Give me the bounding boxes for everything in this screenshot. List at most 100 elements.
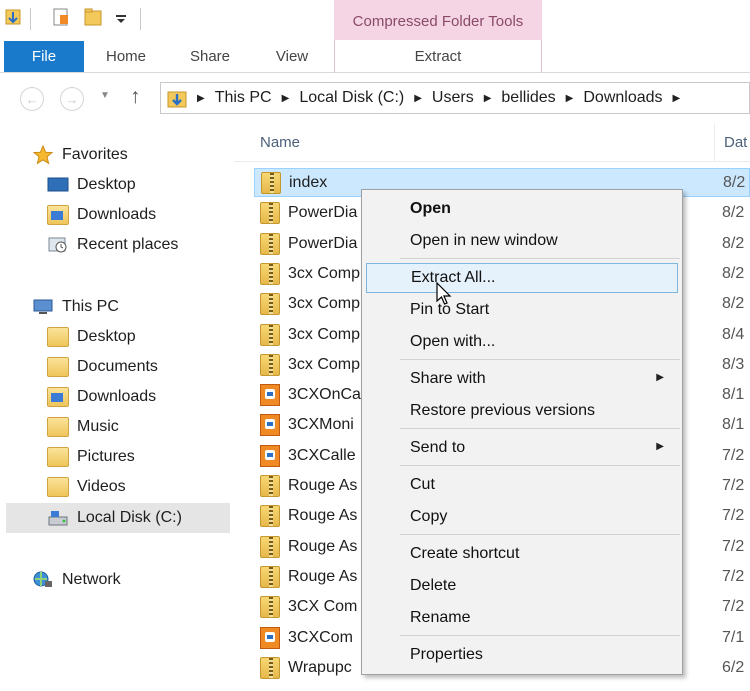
- sidebar-item-label: Recent places: [77, 236, 179, 253]
- menu-separator: [400, 428, 680, 429]
- back-button[interactable]: ←: [20, 87, 44, 111]
- breadcrumb-arrow-icon[interactable]: ▶: [673, 93, 681, 104]
- zip-folder-icon: [260, 201, 280, 224]
- sidebar-item-label: Documents: [77, 358, 158, 375]
- zip-folder-icon: [260, 262, 280, 285]
- breadcrumb-arrow-icon[interactable]: ▶: [484, 93, 492, 104]
- breadcrumb-this-pc[interactable]: This PC: [215, 89, 272, 107]
- zip-folder-icon: [261, 171, 281, 194]
- breadcrumb-bellides[interactable]: bellides: [501, 89, 555, 107]
- sidebar-item-label: Downloads: [77, 206, 157, 223]
- menu-item-delete[interactable]: Delete: [362, 571, 682, 601]
- breadcrumb-local-disk[interactable]: Local Disk (C:): [299, 89, 404, 107]
- menu-item-open[interactable]: Open: [362, 194, 682, 224]
- sidebar-item-documents[interactable]: Documents: [47, 352, 158, 382]
- zip-folder-icon: [260, 504, 280, 527]
- sidebar-item-desktop[interactable]: Desktop: [47, 170, 136, 200]
- file-date: 6/2: [722, 658, 745, 676]
- sidebar-item-this-pc[interactable]: This PC: [32, 292, 119, 322]
- tab-extract[interactable]: Extract: [335, 41, 541, 72]
- sidebar-item-pictures[interactable]: Pictures: [47, 442, 135, 472]
- file-date: 7/2: [722, 476, 745, 494]
- file-date: 8/2: [722, 294, 745, 312]
- zip-folder-icon: [260, 565, 280, 588]
- menu-item-properties[interactable]: Properties: [362, 640, 682, 670]
- sidebar-item-label: Desktop: [77, 176, 136, 193]
- sidebar-item-label: Local Disk (C:): [77, 509, 182, 526]
- file-date: 8/2: [723, 173, 746, 191]
- file-date: 7/2: [722, 506, 745, 524]
- up-arrow-icon: ↑: [130, 85, 141, 108]
- breadcrumb-arrow-icon[interactable]: ▶: [566, 93, 574, 104]
- breadcrumb-arrow-icon[interactable]: ▶: [282, 93, 290, 104]
- sidebar-item-downloads[interactable]: Downloads: [47, 200, 156, 230]
- menu-item-label: Open with...: [410, 333, 496, 350]
- sidebar-item-label: Favorites: [62, 146, 128, 163]
- menu-item-open-with[interactable]: Open with...: [362, 327, 682, 357]
- sidebar-item-local-disk[interactable]: Local Disk (C:): [6, 503, 230, 533]
- menu-item-share-with[interactable]: Share with ▶: [362, 364, 682, 394]
- file-date: 8/2: [722, 264, 745, 282]
- column-header-row: Name Dat: [234, 124, 750, 162]
- sidebar-item-music[interactable]: Music: [47, 412, 119, 442]
- back-arrow-icon: ←: [25, 91, 39, 107]
- column-header-date[interactable]: Dat: [724, 134, 747, 151]
- column-divider[interactable]: [714, 124, 715, 162]
- menu-item-send-to[interactable]: Send to ▶: [362, 433, 682, 463]
- sidebar-item-pc-desktop[interactable]: Desktop: [47, 322, 136, 352]
- menu-item-label: Delete: [410, 577, 457, 594]
- breadcrumb-arrow-icon[interactable]: ▶: [414, 93, 422, 104]
- tab-share[interactable]: Share: [176, 41, 244, 72]
- menu-separator: [400, 465, 680, 466]
- up-button[interactable]: ↑: [130, 85, 141, 109]
- tab-file[interactable]: File: [4, 41, 84, 72]
- computer-icon: [32, 297, 54, 317]
- file-date: 8/1: [722, 415, 745, 433]
- breadcrumb-arrow-icon[interactable]: ▶: [197, 93, 205, 104]
- installer-icon: [260, 626, 280, 649]
- documents-folder-icon: [47, 357, 69, 377]
- address-bar[interactable]: ▶ This PC ▶ Local Disk (C:) ▶ Users ▶ be…: [160, 82, 750, 114]
- tab-view[interactable]: View: [258, 41, 326, 72]
- sidebar-item-pc-downloads[interactable]: Downloads: [47, 382, 156, 412]
- menu-item-pin-to-start[interactable]: Pin to Start: [362, 295, 682, 325]
- file-date: 7/1: [722, 628, 745, 646]
- recent-places-icon: [47, 235, 69, 255]
- menu-item-create-shortcut[interactable]: Create shortcut: [362, 539, 682, 569]
- sidebar-item-label: Videos: [77, 478, 126, 495]
- breadcrumb-users[interactable]: Users: [432, 89, 474, 107]
- desktop-icon: [47, 175, 69, 195]
- file-date: 7/2: [722, 597, 745, 615]
- menu-item-rename[interactable]: Rename: [362, 603, 682, 633]
- menu-item-copy[interactable]: Copy: [362, 502, 682, 532]
- menu-item-restore-previous-versions[interactable]: Restore previous versions: [362, 396, 682, 426]
- sidebar-item-videos[interactable]: Videos: [47, 472, 126, 502]
- ribbon-tabs: File Home Share View Extract: [0, 40, 750, 73]
- submenu-arrow-icon: ▶: [656, 441, 664, 452]
- star-icon: [32, 144, 54, 165]
- properties-icon[interactable]: [4, 6, 22, 28]
- tab-home[interactable]: Home: [92, 41, 160, 72]
- sidebar-item-favorites[interactable]: Favorites: [32, 140, 128, 170]
- sidebar-item-label: Pictures: [77, 448, 135, 465]
- new-folder-icon[interactable]: [84, 6, 102, 28]
- column-header-name[interactable]: Name: [260, 134, 300, 151]
- breadcrumb-downloads[interactable]: Downloads: [583, 89, 662, 107]
- sidebar-item-network[interactable]: Network: [32, 565, 121, 595]
- menu-item-cut[interactable]: Cut: [362, 470, 682, 500]
- new-item-icon[interactable]: [52, 6, 70, 28]
- customize-toolbar-icon[interactable]: [114, 6, 132, 28]
- menu-item-label: Open in new window: [410, 232, 558, 249]
- recent-locations-chevron-icon[interactable]: ▼: [100, 90, 110, 101]
- installer-icon: [260, 383, 280, 406]
- desktop-folder-icon: [47, 327, 69, 347]
- sidebar-item-label: Downloads: [77, 388, 157, 405]
- sidebar-item-recent-places[interactable]: Recent places: [47, 230, 178, 260]
- menu-item-label: Open: [410, 200, 451, 217]
- file-date: 7/2: [722, 567, 745, 585]
- sidebar-item-label: Music: [77, 418, 119, 435]
- menu-separator: [400, 258, 680, 259]
- menu-item-open-in-new-window[interactable]: Open in new window: [362, 226, 682, 256]
- forward-button[interactable]: →: [60, 87, 84, 111]
- menu-item-extract-all[interactable]: Extract All...: [366, 263, 678, 293]
